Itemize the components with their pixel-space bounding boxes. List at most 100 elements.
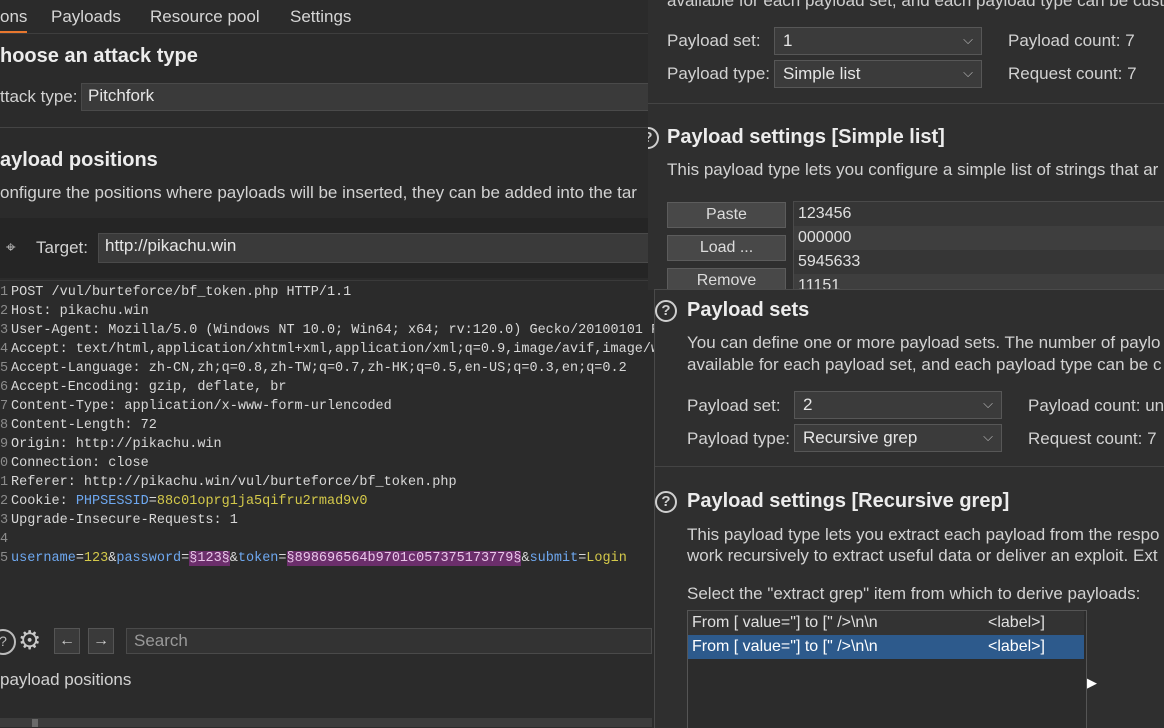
divider [648,103,1164,104]
search-placeholder: Search [134,631,188,650]
request-line: Connection: close [11,456,149,471]
payload-settings-heading: Payload settings [Recursive grep] [687,490,1010,512]
request-line: Origin: http://pikachu.win [11,437,222,452]
amp: & [229,551,238,566]
payload-settings-description: This payload type lets you configure a s… [667,160,1159,179]
editor-toolbar: ? ⚙ ← → Search [0,625,652,659]
gear-icon[interactable]: ⚙ [18,625,41,656]
payload-sets-description-1: You can define one or more payload sets.… [687,333,1161,352]
payload-set-select[interactable]: 2 ⌵ [794,391,1002,419]
payload-type-value: Recursive grep [803,428,918,447]
tab-resource-pool[interactable]: Resource pool [150,7,260,27]
tab-settings[interactable]: Settings [290,7,351,27]
list-item[interactable]: From [ value="] to [" />\n\n <label>] [688,611,1084,635]
payload-marker-token[interactable]: §898696564b9701c057375173779§ [286,551,522,566]
param-token: token [237,551,279,566]
list-item[interactable]: 5945633 [794,250,1164,274]
line-number: 5 [0,361,9,376]
crosshair-icon: ⌖ [6,238,16,257]
line-number: 8 [0,418,9,433]
request-count: Request count: 7 [1028,429,1157,448]
line-number: 1 [0,475,9,490]
chevron-down-icon: ⌵ [963,65,973,80]
tab-payloads[interactable]: Payloads [51,7,121,27]
arrow-left-icon[interactable]: ← [54,628,80,654]
bottom-scrollbar[interactable] [0,718,652,727]
line-number: 3 [0,513,9,528]
payload-marker-password[interactable]: §123§ [189,551,230,566]
payload-set-label: Payload set: [687,396,781,415]
list-item[interactable]: 000000 [794,226,1164,250]
list-item[interactable]: 11151 [794,274,1164,290]
clear-positions-label[interactable]: payload positions [0,670,131,690]
payload-set-value: 2 [803,395,813,414]
payload-type-select[interactable]: Simple list ⌵ [774,60,982,88]
payload-settings-description-1: This payload type lets you extract each … [687,525,1160,544]
extract-grep-prompt: Select the "extract grep" item from whic… [687,584,1141,603]
payload-dialog: ? Payload sets You can define one or mor… [654,289,1164,728]
chevron-down-icon: ⌵ [983,396,993,411]
cookie-eq: = [148,494,157,509]
line-number: 9 [0,437,9,452]
target-input[interactable]: http://pikachu.win [98,233,656,263]
tab-positions[interactable]: ons [0,7,28,33]
amp: & [521,551,530,566]
list-item-selected[interactable]: From [ value="] to [" />\n\n <label>] [688,635,1084,659]
list-item[interactable]: 123456 [794,202,1164,226]
payload-sets-description-2: available for each payload set, and each… [687,355,1162,374]
divider [655,466,1164,467]
payload-sets-heading: Payload sets [687,299,810,321]
chevron-down-icon: ⌵ [963,32,973,47]
param-username: username [11,551,76,566]
scrollbar-thumb[interactable] [32,719,38,727]
load-button[interactable]: Load ... [667,235,786,261]
payload-type-value: Simple list [783,64,861,83]
request-line: Host: pikachu.win [11,304,149,319]
request-line: Accept: text/html,application/xhtml+xml,… [11,342,656,357]
payload-positions-heading: ayload positions [0,149,158,171]
cookie-value: 88c01oprg1ja5qifru2rmad9v0 [156,494,368,509]
chevron-down-icon: ⌵ [983,429,993,444]
mouse-pointer-icon: ▶ [1087,675,1097,690]
cookie-name: PHPSESSID [75,494,149,509]
payload-list[interactable]: 123456 000000 5945633 11151 [793,201,1164,290]
extract-grep-list[interactable]: From [ value="] to [" />\n\n <label>] Fr… [687,610,1087,728]
value-submit: Login [586,551,627,566]
cookie-key: Cookie: [11,494,76,509]
help-icon[interactable]: ? [655,491,677,513]
attack-type-select[interactable]: Pitchfork [81,83,656,111]
line-number: 6 [0,380,9,395]
payload-type-select[interactable]: Recursive grep ⌵ [794,424,1002,452]
help-icon[interactable]: ? [655,300,677,322]
payload-type-label: Payload type: [667,64,771,83]
target-bar: ⌖ Target: http://pikachu.win [0,218,656,278]
remove-button[interactable]: Remove [667,268,786,290]
search-input[interactable]: Search [126,628,652,654]
request-line: Referer: http://pikachu.win/vul/burtefor… [11,475,457,490]
attack-type-label: ttack type: [0,87,78,106]
request-line: Content-Type: application/x-www-form-url… [11,399,392,414]
request-editor[interactable]: 1 POST /vul/burteforce/bf_token.php HTTP/… [0,280,656,625]
payload-set-select[interactable]: 1 ⌵ [774,27,982,55]
intruder-positions-pane: ons Payloads Resource pool Settings hoos… [0,0,656,727]
help-icon[interactable]: ? [648,127,659,149]
payload-type-label: Payload type: [687,429,791,448]
request-line: POST /vul/burteforce/bf_token.php HTTP/1… [11,285,352,300]
payload-settings-heading: Payload settings [Simple list] [667,126,945,148]
request-line: Accept-Language: zh-CN,zh;q=0.8,zh-TW;q=… [11,361,627,376]
line-number: 2 [0,494,9,509]
payload-settings-description-2: work recursively to extract useful data … [687,546,1158,565]
param-submit: submit [529,551,579,566]
paste-button[interactable]: Paste [667,202,786,228]
attack-type-heading: hoose an attack type [0,45,198,67]
line-number: 2 [0,304,9,319]
request-line: Upgrade-Insecure-Requests: 1 [11,513,238,528]
grep-item-text: From [ value="] to [" />\n\n [692,614,878,631]
eq: = [278,551,287,566]
request-line: Accept-Encoding: gzip, deflate, br [11,380,287,395]
value-username: 123 [83,551,109,566]
help-icon[interactable]: ? [0,629,16,655]
arrow-right-icon[interactable]: → [88,628,114,654]
divider [0,127,650,128]
line-number: 4 [0,532,9,547]
